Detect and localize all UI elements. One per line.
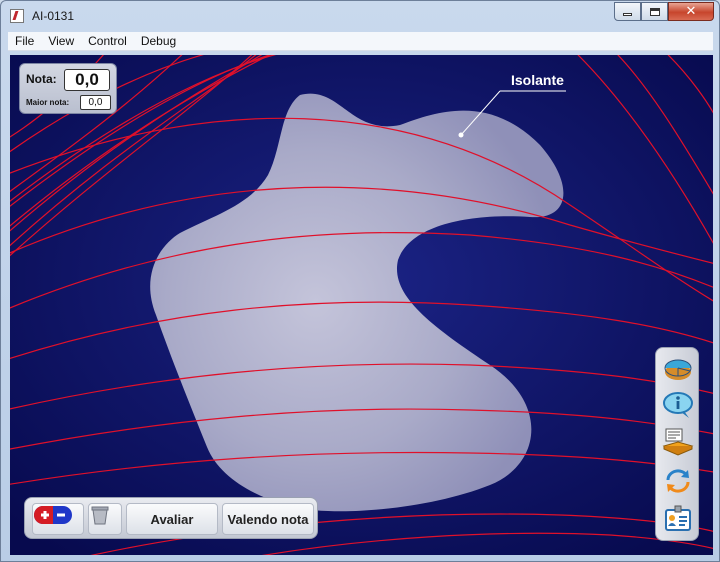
info-icon [663, 392, 693, 418]
maximize-button[interactable] [641, 2, 668, 21]
side-toolbar [655, 347, 699, 541]
graded-mode-button[interactable]: Valendo nota [222, 503, 314, 535]
window-controls: ✕ [614, 2, 714, 21]
graded-mode-button-label: Valendo nota [227, 511, 309, 527]
instructions-book-icon [662, 428, 694, 456]
evaluate-button[interactable]: Avaliar [126, 503, 218, 535]
score-panel: Nota: 0,0 Maior nota: 0,0 [19, 63, 117, 114]
trash-icon [91, 506, 109, 525]
maximize-icon [649, 7, 660, 16]
best-score-label: Maior nota: [26, 98, 70, 107]
charts-button[interactable] [662, 354, 694, 384]
insulator-label: Isolante [511, 72, 564, 88]
charts-icon [664, 359, 692, 380]
menu-debug[interactable]: Debug [134, 34, 183, 48]
credits-badge-icon [665, 505, 691, 531]
reset-button[interactable] [662, 466, 694, 496]
label-anchor-dot [458, 132, 464, 138]
instructions-button[interactable] [662, 426, 694, 456]
reset-arrows-icon [666, 469, 690, 493]
credits-button[interactable] [662, 504, 694, 534]
close-icon: ✕ [685, 4, 697, 19]
menu-file[interactable]: File [8, 34, 41, 48]
score-label: Nota: [26, 72, 57, 86]
app-window: AI-0131 ✕ File View Control Debug Isolan… [0, 0, 720, 562]
menu-view[interactable]: View [41, 34, 81, 48]
evaluate-button-label: Avaliar [150, 511, 194, 527]
menu-control[interactable]: Control [81, 34, 134, 48]
simulation-canvas[interactable]: Isolante Nota: 0,0 Maior nota: 0,0 Avali… [10, 55, 713, 555]
minimize-button[interactable] [614, 2, 641, 21]
bottom-toolbar: Avaliar Valendo nota [24, 497, 318, 539]
minimize-icon [623, 13, 632, 16]
flash-player-icon [10, 9, 24, 23]
trash-button[interactable] [88, 503, 122, 535]
field-scene [10, 55, 713, 555]
window-title: AI-0131 [32, 9, 75, 23]
menu-bar: File View Control Debug [8, 32, 713, 51]
charge-pill-icon [34, 506, 72, 524]
score-value: 0,0 [64, 69, 110, 91]
best-score-value: 0,0 [80, 95, 111, 110]
info-button[interactable] [662, 390, 694, 420]
add-remove-charge-button[interactable] [32, 503, 84, 535]
close-button[interactable]: ✕ [668, 2, 714, 21]
title-bar[interactable]: AI-0131 ✕ [1, 1, 719, 31]
